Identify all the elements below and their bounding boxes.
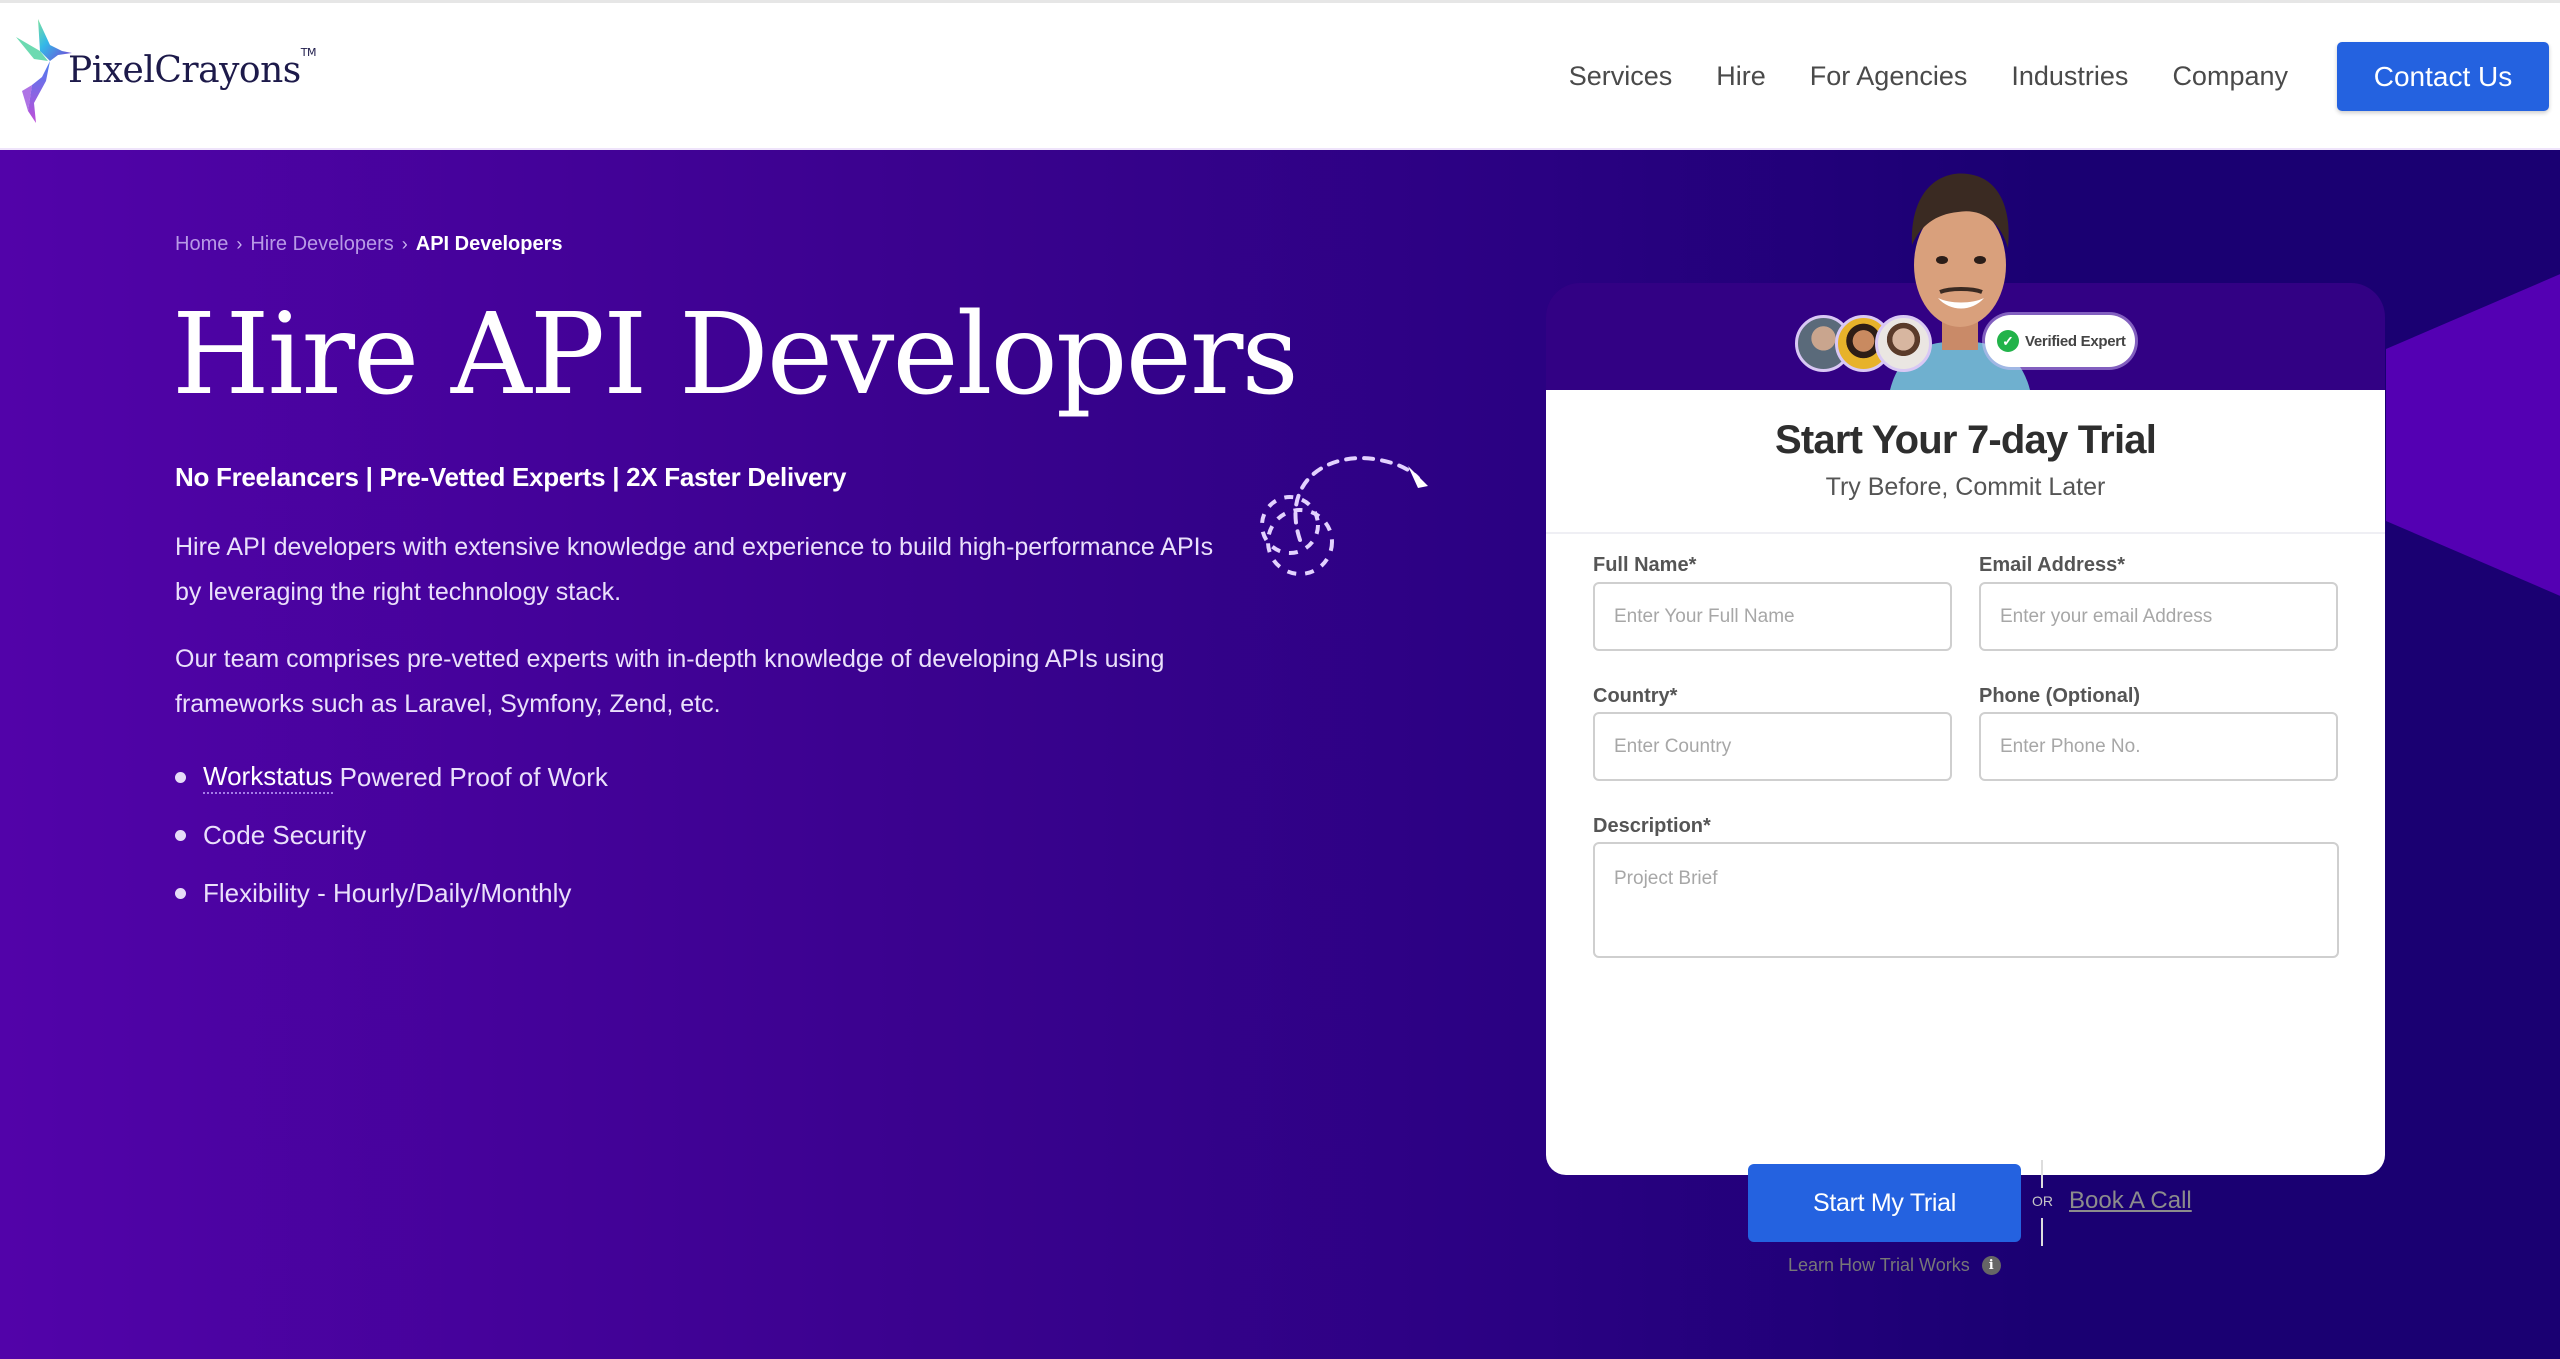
- country-input[interactable]: [1593, 712, 1952, 781]
- site-header: PixelCrayonsTM Services Hire For Agencie…: [0, 0, 2560, 150]
- page-title: Hire API Developers: [172, 290, 1299, 420]
- list-item: Code Security: [175, 806, 608, 864]
- bullet-text: Code Security: [203, 819, 367, 850]
- feature-list: Workstatus Powered Proof of Work Code Se…: [175, 748, 608, 922]
- dashed-arrow-icon: [1260, 456, 1428, 576]
- learn-how-trial-works-link[interactable]: Learn How Trial Works i: [1788, 1255, 2001, 1276]
- breadcrumb-current: API Developers: [415, 233, 563, 255]
- phone-input[interactable]: [1979, 712, 2338, 781]
- contact-us-button[interactable]: Contact Us: [2337, 42, 2549, 111]
- workstatus-link[interactable]: Workstatus: [203, 761, 333, 794]
- hummingbird-logo-icon: [16, 19, 72, 123]
- trademark: TM: [300, 45, 317, 59]
- tagline: No Freelancers | Pre-Vetted Experts | 2X…: [175, 462, 847, 492]
- full-name-label: Full Name*: [1593, 554, 1697, 576]
- logo-text: PixelCrayonsTM: [68, 45, 316, 91]
- form-title: Start Your 7-day Trial: [1774, 418, 2157, 462]
- list-item: Workstatus Powered Proof of Work: [175, 748, 608, 806]
- logo[interactable]: PixelCrayonsTM: [10, 15, 316, 125]
- or-label: OR: [2032, 1193, 2053, 1209]
- nav-services[interactable]: Services: [1547, 53, 1695, 99]
- divider: [1546, 532, 2385, 534]
- expert-avatars: [1795, 315, 1932, 372]
- breadcrumb: Home › Hire Developers › API Developers: [175, 233, 562, 256]
- bullet-text: Powered Proof of Work: [339, 761, 608, 792]
- nav-company[interactable]: Company: [2150, 53, 2310, 99]
- intro-paragraph: Hire API developers with extensive knowl…: [175, 533, 1214, 606]
- chevron-right-icon: ›: [401, 234, 408, 254]
- trial-form-card: Start Your 7-day Trial Try Before, Commi…: [1546, 390, 2385, 1275]
- bullet-text: Flexibility - Hourly/Daily/Monthly: [203, 877, 572, 908]
- avatar: [1875, 315, 1932, 372]
- country-label: Country*: [1593, 685, 1678, 707]
- learn-label: Learn How Trial Works: [1788, 1255, 1970, 1275]
- or-separator: OR: [2032, 1160, 2053, 1248]
- breadcrumb-home[interactable]: Home: [175, 233, 228, 256]
- phone-label: Phone (Optional): [1979, 685, 2141, 707]
- bullet-icon: [175, 771, 186, 783]
- divider: [2041, 1218, 2043, 1246]
- bullet-icon: [175, 829, 186, 841]
- full-name-input[interactable]: [1593, 582, 1952, 651]
- start-trial-button[interactable]: Start My Trial: [1748, 1164, 2021, 1242]
- decorative-hexagon: [2386, 220, 2560, 650]
- chevron-right-icon: ›: [236, 234, 243, 254]
- hero-section: Home › Hire Developers › API Developers …: [0, 150, 2560, 1359]
- form-subtitle: Try Before, Commit Later: [1825, 473, 2106, 501]
- verified-expert-badge: ✓ Verified Expert: [1985, 315, 2135, 367]
- divider: [2041, 1160, 2043, 1188]
- description-textarea[interactable]: [1593, 842, 2339, 958]
- list-item: Flexibility - Hourly/Daily/Monthly: [175, 864, 608, 922]
- nav-hire[interactable]: Hire: [1694, 53, 1788, 99]
- badge-label: Verified Expert: [2025, 332, 2126, 350]
- info-icon[interactable]: i: [1981, 1256, 2001, 1275]
- breadcrumb-hire-developers[interactable]: Hire Developers: [250, 233, 393, 256]
- bullet-icon: [175, 887, 186, 899]
- team-paragraph: Our team comprises pre-vetted experts wi…: [175, 645, 1165, 718]
- description-label: Description*: [1593, 815, 1711, 837]
- nav-industries[interactable]: Industries: [1989, 53, 2150, 99]
- book-a-call-link[interactable]: Book A Call: [2069, 1187, 2192, 1215]
- main-nav: Services Hire For Agencies Industries Co…: [1547, 53, 2310, 99]
- nav-for-agencies[interactable]: For Agencies: [1788, 53, 1990, 99]
- email-label: Email Address*: [1979, 554, 2125, 576]
- check-icon: ✓: [1997, 330, 2019, 352]
- email-input[interactable]: [1979, 582, 2338, 651]
